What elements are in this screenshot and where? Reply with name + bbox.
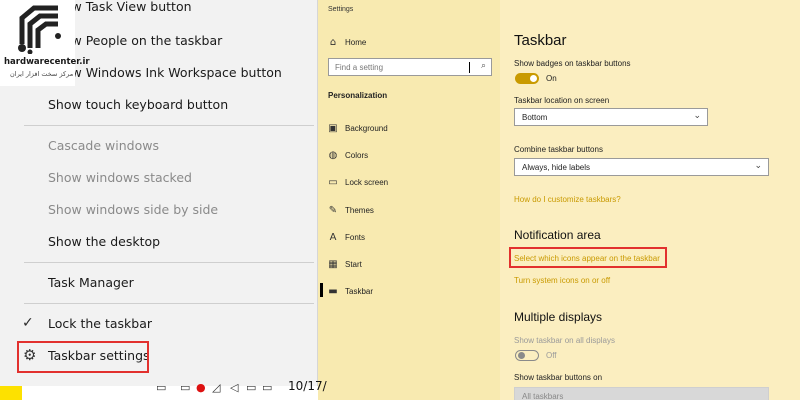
tray-icon[interactable]: ▭ [180, 381, 190, 394]
nav-item-label: Start [345, 259, 362, 269]
combine-select[interactable]: Always, hide labels ⌄ [514, 158, 769, 176]
picture-icon: ▣ [328, 122, 338, 134]
taskbar-clock[interactable]: 10/17/ [288, 379, 327, 393]
nav-item-label: Colors [345, 150, 369, 160]
all-displays-toggle[interactable] [515, 350, 539, 361]
badges-label: Show badges on taskbar buttons [514, 59, 631, 68]
system-icons-link[interactable]: Turn system icons on or off [514, 276, 610, 285]
screenshot-root: ✓ Show Task View button Show People on t… [0, 0, 800, 400]
tray-icon[interactable]: ▭ [262, 381, 272, 394]
taskbar-icon: ▬ [328, 285, 338, 297]
monitor-icon: ▭ [328, 176, 338, 188]
nav-item-label: Background [345, 123, 388, 133]
menu-item-show-side-by-side: Show windows side by side [48, 202, 219, 217]
highlight-taskbar-settings [17, 341, 149, 373]
nav-section-heading: Personalization [328, 91, 388, 100]
highlight-select-icons [509, 247, 667, 268]
nav-item-label: Home [345, 37, 367, 47]
home-icon: ⌂ [329, 36, 337, 48]
menu-separator [24, 125, 314, 126]
nav-item-taskbar[interactable]: ▬ Taskbar [326, 284, 373, 298]
nav-item-start[interactable]: ▦ Start [326, 257, 362, 271]
tray-icon[interactable]: ▭ [156, 381, 166, 394]
volume-icon[interactable]: ◁ [230, 381, 238, 394]
badges-toggle[interactable] [515, 73, 539, 84]
badges-toggle-state: On [546, 74, 557, 83]
chevron-down-icon: ⌄ [754, 161, 762, 171]
select-value: Bottom [522, 113, 548, 122]
show-buttons-on-label: Show taskbar buttons on [514, 373, 603, 382]
menu-item-show-desktop[interactable]: Show the desktop [48, 234, 160, 249]
customize-taskbars-link[interactable]: How do I customize taskbars? [514, 195, 621, 204]
select-value: All taskbars [522, 392, 564, 400]
nav-item-label: Taskbar [345, 286, 374, 296]
all-displays-label: Show taskbar on all displays [514, 336, 615, 345]
logo-mark-icon [18, 5, 61, 54]
notification-area-heading: Notification area [514, 228, 601, 242]
combine-label: Combine taskbar buttons [514, 145, 603, 154]
nav-item-background[interactable]: ▣ Background [326, 121, 388, 135]
brush-icon: ✎ [328, 204, 338, 216]
menu-item-task-manager[interactable]: Task Manager [48, 275, 134, 290]
menu-separator [24, 303, 314, 304]
start-icon: ▦ [328, 258, 338, 270]
nav-item-themes[interactable]: ✎ Themes [326, 203, 374, 217]
hardwarecenter-logo: hardwarecenter.ir مرکز سخت افزار ایران [0, 0, 90, 86]
multiple-displays-heading: Multiple displays [514, 310, 603, 324]
location-label: Taskbar location on screen [514, 96, 610, 105]
active-nav-indicator [320, 283, 323, 297]
search-placeholder: Find a setting [335, 63, 384, 72]
menu-item-cascade-windows: Cascade windows [48, 138, 159, 153]
network-icon[interactable]: ◿ [212, 381, 220, 394]
nav-item-home[interactable]: ⌂ Home [326, 35, 367, 49]
tray-alert-icon[interactable]: ● [196, 381, 206, 394]
nav-item-lock-screen[interactable]: ▭ Lock screen [326, 175, 388, 189]
show-buttons-on-select[interactable]: All taskbars [514, 387, 769, 400]
search-icon[interactable]: ⌕ [481, 61, 486, 71]
logo-subtitle: مرکز سخت افزار ایران [10, 70, 74, 78]
menu-item-lock-taskbar[interactable]: Lock the taskbar [48, 316, 152, 331]
settings-window-title: Settings [328, 6, 354, 13]
menu-item-show-windows-stacked: Show windows stacked [48, 170, 192, 185]
nav-item-colors[interactable]: ◍ Colors [326, 148, 369, 162]
palette-icon: ◍ [328, 149, 338, 161]
font-icon: A [329, 231, 337, 243]
tray-icon[interactable]: ▭ [246, 381, 256, 394]
menu-item-show-touch-keyboard[interactable]: Show touch keyboard button [48, 97, 228, 112]
nav-item-label: Themes [345, 205, 374, 215]
check-icon: ✓ [22, 315, 34, 331]
nav-item-label: Fonts [345, 232, 366, 242]
toggle-knob [518, 352, 525, 359]
menu-separator [24, 262, 314, 263]
nav-item-label: Lock screen [345, 177, 389, 187]
all-displays-toggle-state: Off [546, 351, 557, 360]
settings-search-input[interactable]: Find a setting ⌕ [328, 58, 492, 76]
nav-item-fonts[interactable]: A Fonts [326, 230, 365, 244]
logo-name: hardwarecenter.ir [4, 57, 90, 67]
menu-item-show-ink-workspace[interactable]: Show Windows Ink Workspace button [48, 65, 282, 80]
page-title: Taskbar [514, 32, 567, 49]
location-select[interactable]: Bottom ⌄ [514, 108, 708, 126]
toggle-knob [530, 75, 537, 82]
chevron-down-icon: ⌄ [693, 111, 701, 121]
text-caret [469, 62, 470, 73]
select-value: Always, hide labels [522, 163, 591, 172]
